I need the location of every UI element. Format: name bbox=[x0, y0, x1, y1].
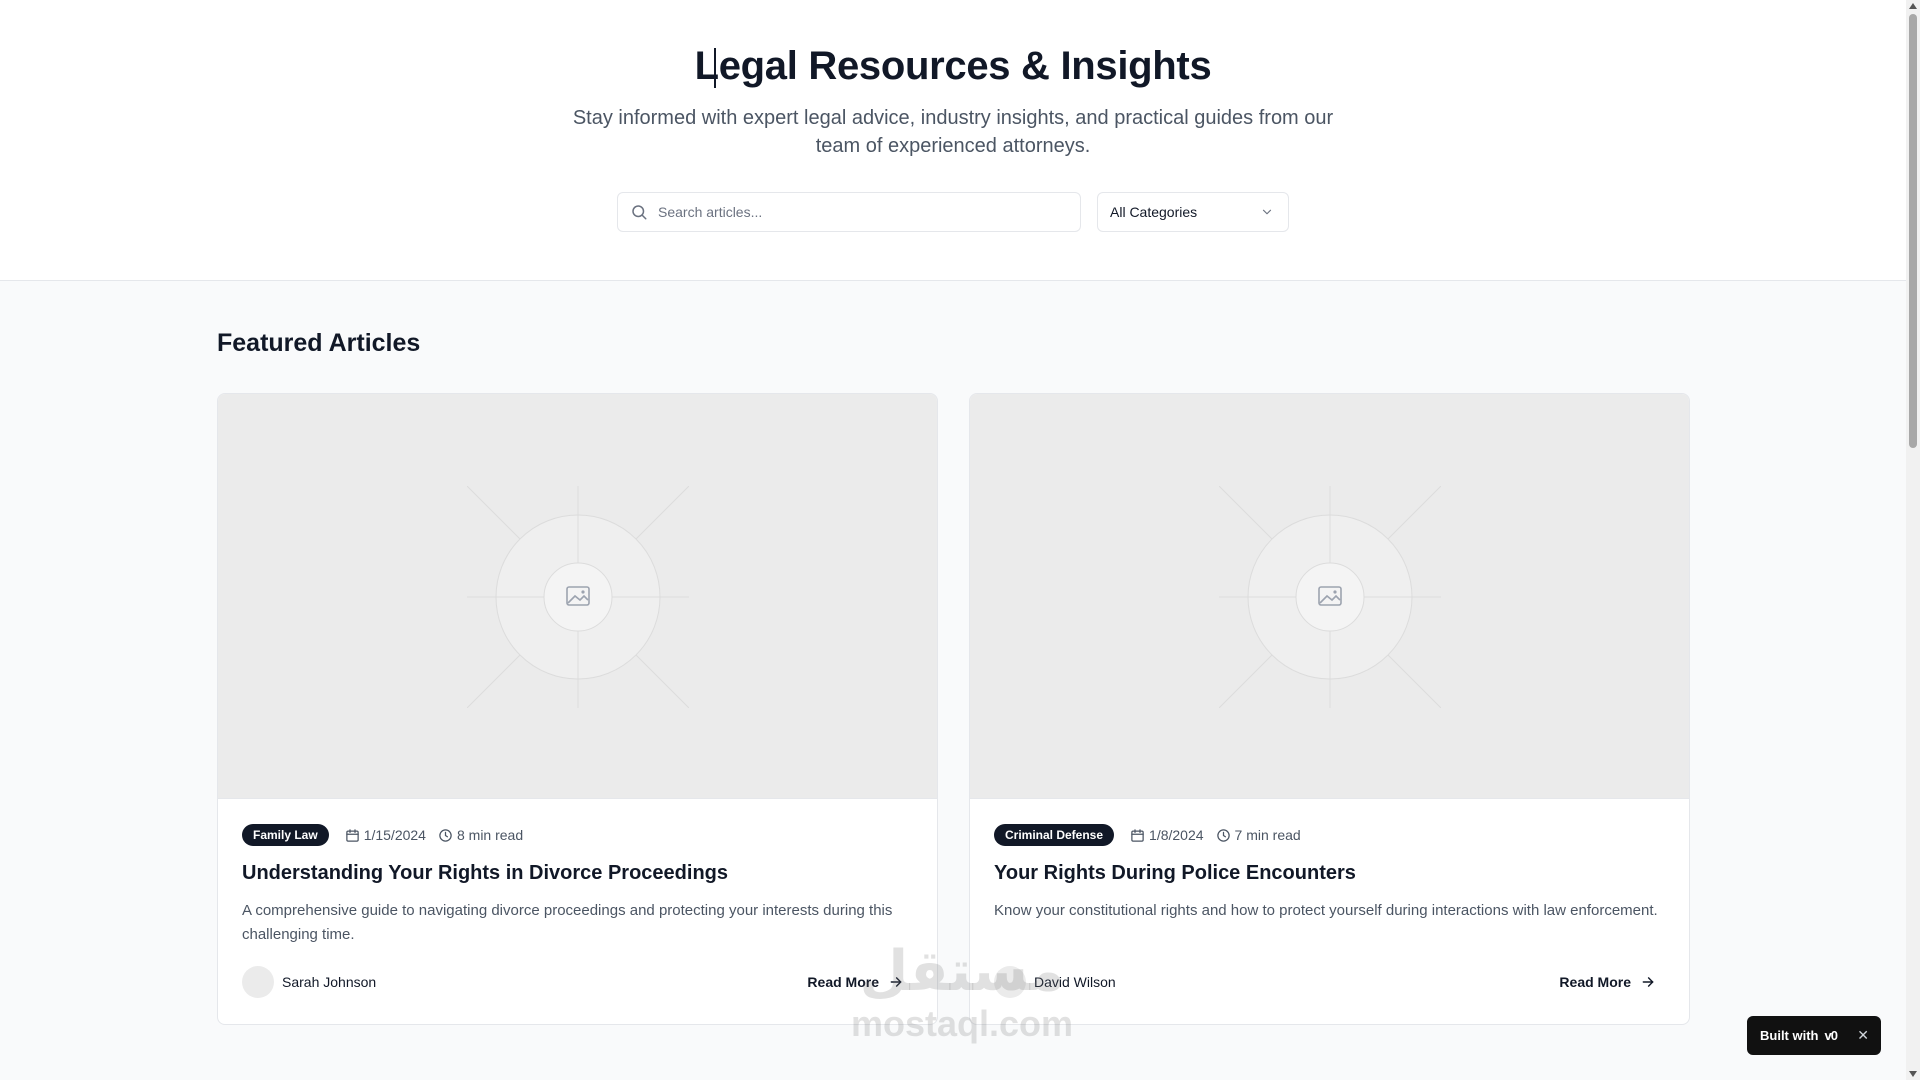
scroll-down-arrow[interactable] bbox=[1909, 1071, 1917, 1077]
article-meta: Family Law 1/15/2024 8 min read bbox=[242, 823, 523, 847]
built-with-badge[interactable]: Built with v0 ✕ bbox=[1747, 1016, 1881, 1055]
clock-icon bbox=[439, 828, 452, 842]
article-read-time: 8 min read bbox=[438, 827, 523, 843]
arrow-right-icon bbox=[1642, 977, 1654, 987]
scroll-up-arrow[interactable] bbox=[1909, 3, 1917, 9]
read-more-link[interactable]: Read More bbox=[1559, 972, 1655, 992]
article-excerpt: A comprehensive guide to navigating divo… bbox=[242, 902, 893, 943]
article-card[interactable]: Criminal Defense 1/8/2024 7 min read You… bbox=[969, 393, 1690, 1025]
search-box[interactable] bbox=[617, 192, 1081, 232]
article-image-placeholder bbox=[970, 394, 1689, 799]
article-card[interactable]: Family Law 1/15/2024 8 min read Understa… bbox=[217, 393, 938, 1025]
built-with-label: Built with bbox=[1760, 1028, 1819, 1043]
category-select[interactable]: All Categories bbox=[1097, 192, 1289, 232]
article-title[interactable]: Your Rights During Police Encounters bbox=[994, 862, 1664, 885]
v0-logo: v0 bbox=[1824, 1028, 1839, 1043]
watermark: مستقل mostaql.com bbox=[842, 940, 1082, 1044]
category-select-value: All Categories bbox=[1110, 204, 1198, 220]
page-title: Legal Resources & Insights bbox=[694, 44, 1212, 88]
featured-articles-heading: Featured Articles bbox=[217, 329, 421, 357]
category-badge[interactable]: Family Law bbox=[242, 824, 329, 846]
calendar-icon bbox=[1131, 828, 1144, 842]
page-subtitle: Stay informed with expert legal advice, … bbox=[572, 107, 1334, 157]
calendar-icon bbox=[345, 828, 359, 842]
article-image-placeholder bbox=[218, 394, 937, 799]
page-header: Legal Resources & Insights Stay informed… bbox=[0, 0, 1906, 281]
article-excerpt: Know your constitutional rights and how … bbox=[994, 902, 1658, 919]
article-date: 1/8/2024 bbox=[1130, 827, 1204, 843]
article-title[interactable]: Understanding Your Rights in Divorce Pro… bbox=[242, 862, 912, 885]
image-placeholder-icon bbox=[467, 486, 689, 708]
watermark-arabic: مستقل bbox=[859, 939, 1065, 1004]
clock-icon bbox=[1216, 828, 1230, 842]
author-name: Sarah Johnson bbox=[282, 974, 377, 990]
search-input[interactable] bbox=[658, 204, 1058, 220]
article-date: 1/15/2024 bbox=[345, 827, 426, 843]
article-read-time: 7 min read bbox=[1216, 827, 1301, 843]
page-scrollbar[interactable] bbox=[1906, 0, 1920, 1080]
scrollbar-thumb[interactable] bbox=[1909, 14, 1917, 448]
search-icon bbox=[632, 205, 647, 220]
article-author: Sarah Johnson bbox=[242, 966, 376, 998]
chevron-down-icon bbox=[1262, 209, 1272, 215]
close-icon[interactable]: ✕ bbox=[1857, 1027, 1869, 1044]
category-badge[interactable]: Criminal Defense bbox=[994, 824, 1115, 846]
watermark-latin: mostaql.com bbox=[850, 1003, 1074, 1044]
image-placeholder-icon bbox=[1219, 486, 1441, 708]
avatar bbox=[242, 966, 274, 998]
article-meta: Criminal Defense 1/8/2024 7 min read bbox=[994, 823, 1301, 847]
